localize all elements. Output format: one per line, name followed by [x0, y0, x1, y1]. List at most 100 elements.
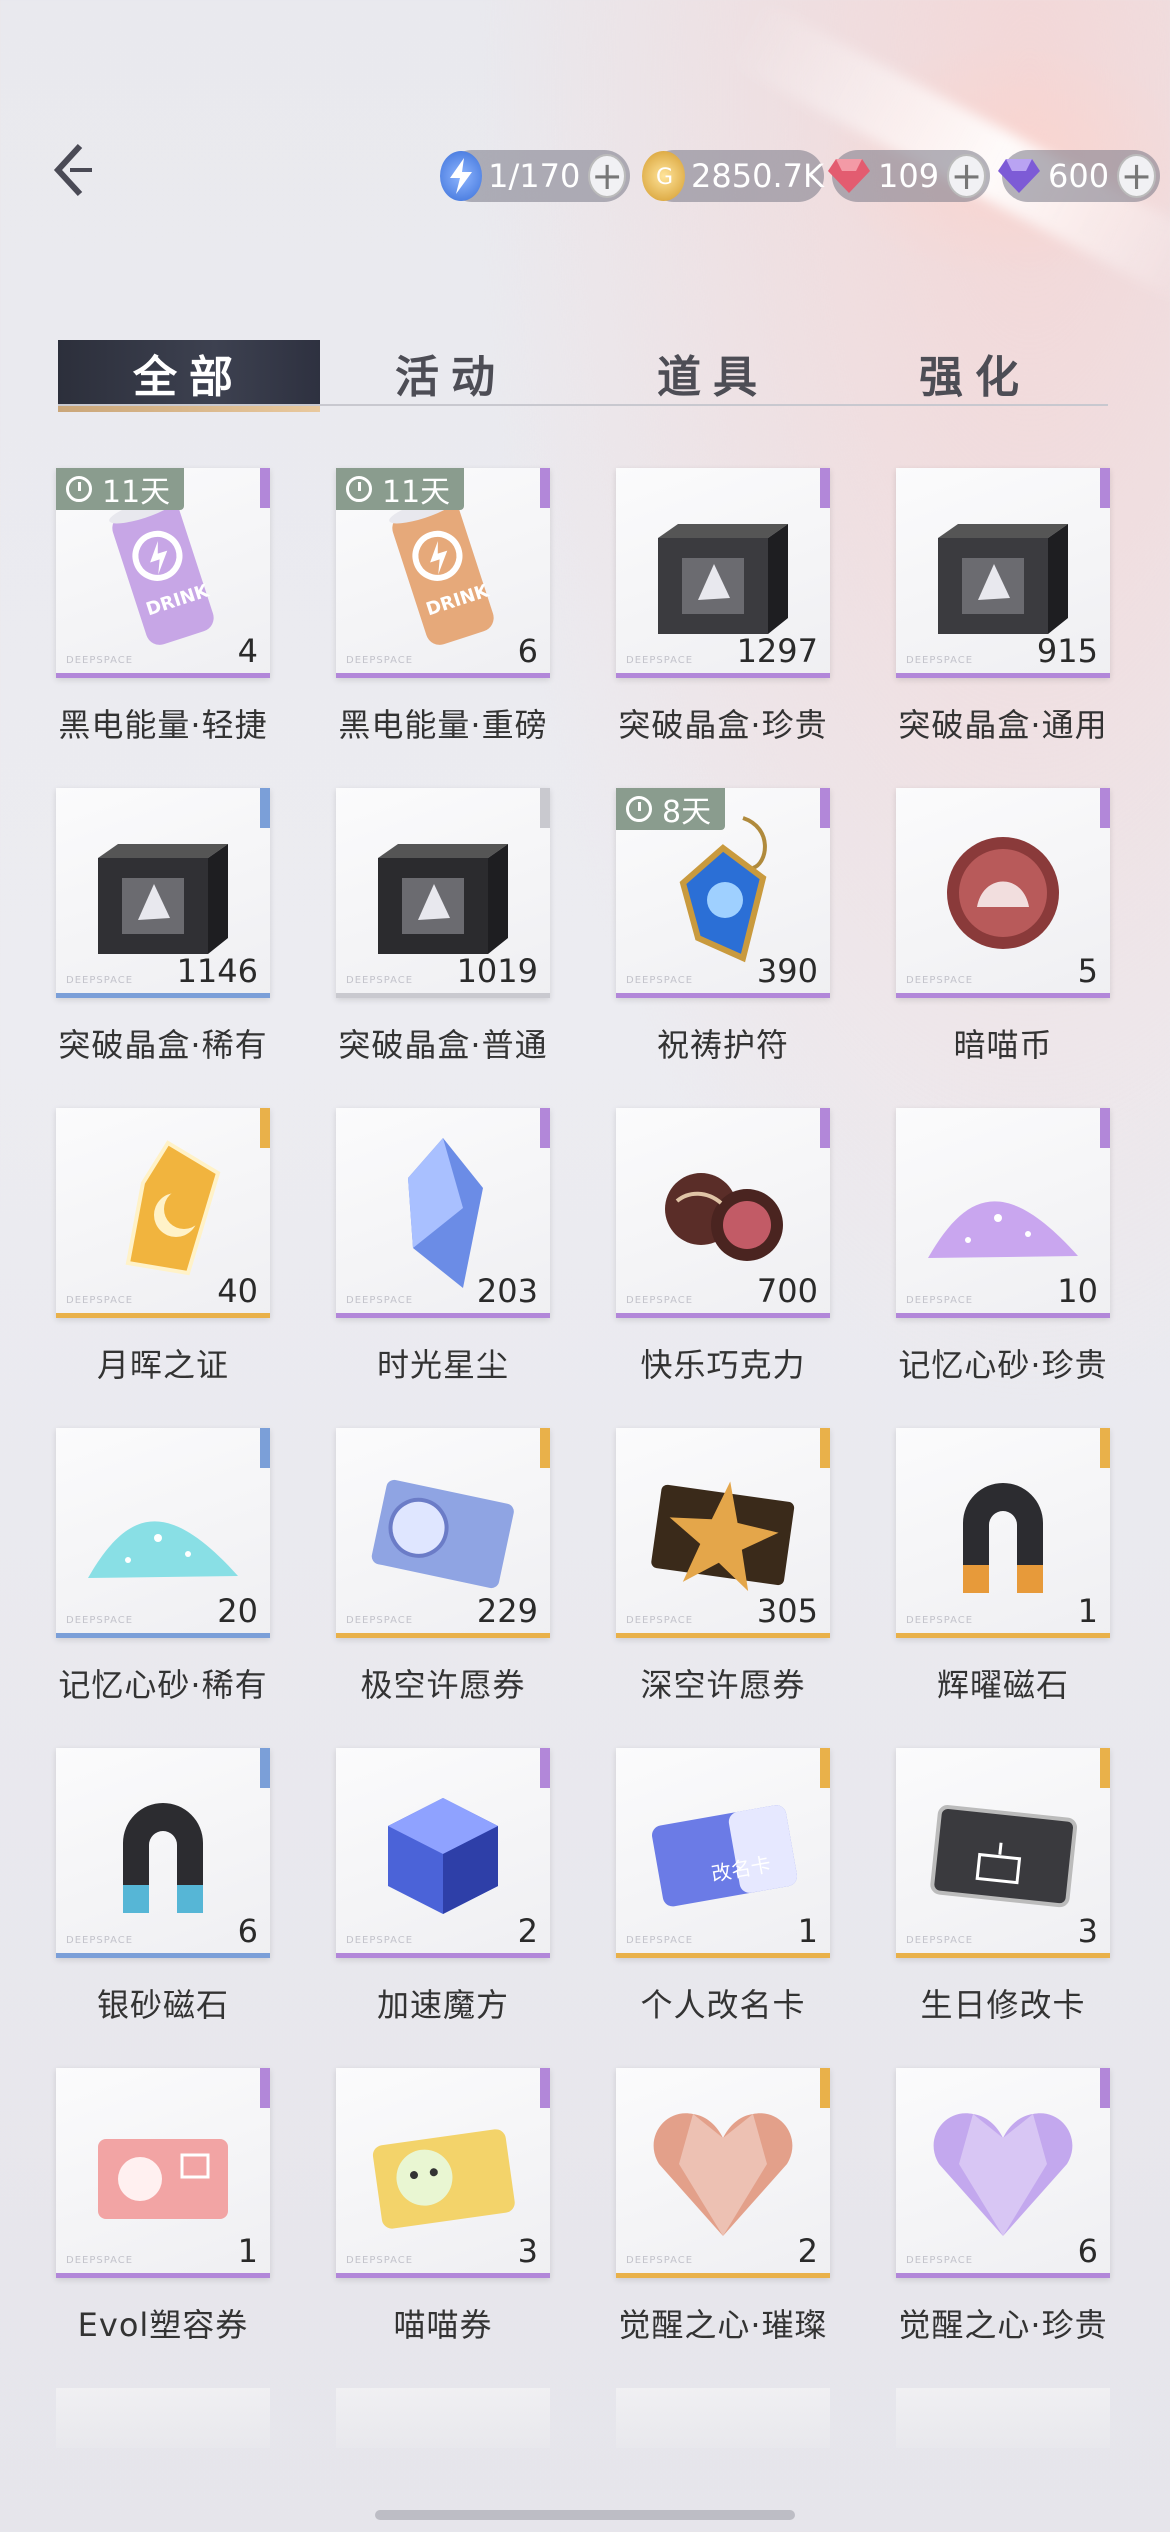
item-name: 加速魔方: [376, 1986, 509, 2024]
inventory-item[interactable]: DEEPSPACE 2 觉醒之心·璀璨: [616, 2068, 830, 2346]
item-card[interactable]: DEEPSPACE 10: [896, 1108, 1110, 1318]
tab-all[interactable]: 全部: [58, 340, 320, 412]
rarity-bar: [616, 1953, 830, 1958]
inventory-item[interactable]: DEEPSPACE 305 深空许愿券: [616, 1428, 830, 1706]
inventory-item[interactable]: DRINK DEEPSPACE 11天 4 黑电能量·轻捷: [56, 468, 270, 746]
item-card[interactable]: DEEPSPACE 6: [896, 2068, 1110, 2278]
inventory-item[interactable]: DEEPSPACE 203 时光星尘: [336, 1108, 550, 1386]
item-count: 10: [1057, 1272, 1098, 1310]
inventory-item[interactable]: DEEPSPACE 5 暗喵币: [896, 788, 1110, 1066]
item-card[interactable]: DEEPSPACE 20: [56, 1428, 270, 1638]
rarity-tag: [540, 1428, 550, 1468]
inventory-item[interactable]: DEEPSPACE 10 记忆心砂·珍贵: [896, 1108, 1110, 1386]
item-card[interactable]: DEEPSPACE 2: [336, 1748, 550, 1958]
item-card[interactable]: DEEPSPACE 3: [336, 2068, 550, 2278]
energy-value: 1/170: [488, 157, 581, 195]
rarity-tag: [260, 1748, 270, 1788]
item-card[interactable]: DEEPSPACE 1297: [616, 468, 830, 678]
next-row-card: [56, 2388, 270, 2448]
expiry-timer: 11天: [336, 468, 465, 510]
deepspace-watermark: DEEPSPACE: [626, 1295, 694, 1306]
item-card[interactable]: DEEPSPACE 700: [616, 1108, 830, 1318]
item-name: 暗喵币: [953, 1026, 1053, 1064]
add-purple-diamond-button[interactable]: +: [1117, 154, 1156, 198]
item-name: Evol塑容券: [77, 2306, 249, 2344]
item-card[interactable]: DEEPSPACE 915: [896, 468, 1110, 678]
item-name: 突破晶盒·珍贵: [618, 706, 828, 744]
inventory-item[interactable]: DEEPSPACE 1297 突破晶盒·珍贵: [616, 468, 830, 746]
rarity-tag: [1100, 788, 1110, 828]
item-name: 记忆心砂·稀有: [58, 1666, 268, 1704]
inventory-item[interactable]: 改名卡 DEEPSPACE 1 个人改名卡: [616, 1748, 830, 2026]
rarity-bar: [616, 673, 830, 678]
item-card[interactable]: DEEPSPACE 8天 390: [616, 788, 830, 998]
rarity-tag: [1100, 1748, 1110, 1788]
deepspace-watermark: DEEPSPACE: [66, 655, 134, 666]
rarity-tag: [260, 2068, 270, 2108]
item-count: 6: [517, 632, 538, 670]
deepspace-watermark: DEEPSPACE: [66, 975, 134, 986]
item-card[interactable]: DRINK DEEPSPACE 11天 6: [336, 468, 550, 678]
item-card[interactable]: 改名卡 DEEPSPACE 1: [616, 1748, 830, 1958]
item-card[interactable]: DEEPSPACE 203: [336, 1108, 550, 1318]
add-energy-button[interactable]: +: [588, 154, 626, 198]
item-count: 203: [476, 1272, 538, 1310]
item-card[interactable]: DEEPSPACE 1: [896, 1428, 1110, 1638]
inventory-item[interactable]: DEEPSPACE 3 喵喵券: [336, 2068, 550, 2346]
item-card[interactable]: DEEPSPACE 1146: [56, 788, 270, 998]
item-card[interactable]: DEEPSPACE 1: [56, 2068, 270, 2278]
inventory-item[interactable]: DEEPSPACE 40 月晖之证: [56, 1108, 270, 1386]
inventory-item[interactable]: DEEPSPACE 6 银砂磁石: [56, 1748, 270, 2026]
inventory-item[interactable]: DEEPSPACE 8天 390 祝祷护符: [616, 788, 830, 1066]
rarity-bar: [616, 1313, 830, 1318]
item-card[interactable]: DEEPSPACE 5: [896, 788, 1110, 998]
item-card[interactable]: DEEPSPACE 229: [336, 1428, 550, 1638]
inventory-item[interactable]: DEEPSPACE 229 极空许愿券: [336, 1428, 550, 1706]
inventory-item[interactable]: DEEPSPACE 1 辉曜磁石: [896, 1428, 1110, 1706]
tab-upgrades[interactable]: 强化: [844, 340, 1106, 406]
item-count: 3: [517, 2232, 538, 2270]
inventory-item[interactable]: DEEPSPACE 1019 突破晶盒·普通: [336, 788, 550, 1066]
rarity-bar: [616, 1633, 830, 1638]
inventory-item[interactable]: DEEPSPACE 6 觉醒之心·珍贵: [896, 2068, 1110, 2346]
rarity-tag: [820, 468, 830, 508]
item-card[interactable]: DEEPSPACE 305: [616, 1428, 830, 1638]
inventory-item[interactable]: DRINK DEEPSPACE 11天 6 黑电能量·重磅: [336, 468, 550, 746]
item-card[interactable]: DEEPSPACE 40: [56, 1108, 270, 1318]
item-count: 2: [517, 1912, 538, 1950]
rarity-tag: [540, 1748, 550, 1788]
inventory-item[interactable]: DEEPSPACE 700 快乐巧克力: [616, 1108, 830, 1386]
item-name: 极空许愿券: [360, 1666, 526, 1704]
item-count: 1: [797, 1912, 818, 1950]
item-card[interactable]: DEEPSPACE 3: [896, 1748, 1110, 1958]
inventory-item[interactable]: DEEPSPACE 1 Evol塑容券: [56, 2068, 270, 2346]
tab-events[interactable]: 活动: [320, 340, 582, 406]
red-diamond-counter: 109 +: [828, 150, 990, 202]
inventory-item[interactable]: DEEPSPACE 915 突破晶盒·通用: [896, 468, 1110, 746]
svg-text:G: G: [656, 165, 673, 190]
energy-counter: 1/170 +: [440, 150, 630, 202]
rarity-bar: [896, 1633, 1110, 1638]
item-count: 700: [756, 1272, 818, 1310]
inventory-item[interactable]: DEEPSPACE 3 生日修改卡: [896, 1748, 1110, 2026]
tab-items[interactable]: 道具: [582, 340, 844, 406]
inventory-item[interactable]: DEEPSPACE 2 加速魔方: [336, 1748, 550, 2026]
deepspace-watermark: DEEPSPACE: [66, 1935, 134, 1946]
gold-counter: G 2850.7K: [642, 150, 824, 202]
inventory-item[interactable]: DEEPSPACE 1146 突破晶盒·稀有: [56, 788, 270, 1066]
rarity-tag: [540, 788, 550, 828]
item-card[interactable]: DEEPSPACE 1019: [336, 788, 550, 998]
add-red-diamond-button[interactable]: +: [947, 154, 986, 198]
rarity-bar: [56, 673, 270, 678]
category-tabs: 全部 活动 道具 强化: [58, 340, 1108, 412]
purple-diamond-counter: 600 +: [998, 150, 1160, 202]
item-card[interactable]: DEEPSPACE 6: [56, 1748, 270, 1958]
back-button[interactable]: [48, 140, 98, 200]
item-name: 时光星尘: [376, 1346, 509, 1384]
rarity-bar: [56, 993, 270, 998]
item-card[interactable]: DRINK DEEPSPACE 11天 4: [56, 468, 270, 678]
rarity-bar: [616, 993, 830, 998]
item-card[interactable]: DEEPSPACE 2: [616, 2068, 830, 2278]
inventory-item[interactable]: DEEPSPACE 20 记忆心砂·稀有: [56, 1428, 270, 1706]
rarity-tag: [260, 788, 270, 828]
